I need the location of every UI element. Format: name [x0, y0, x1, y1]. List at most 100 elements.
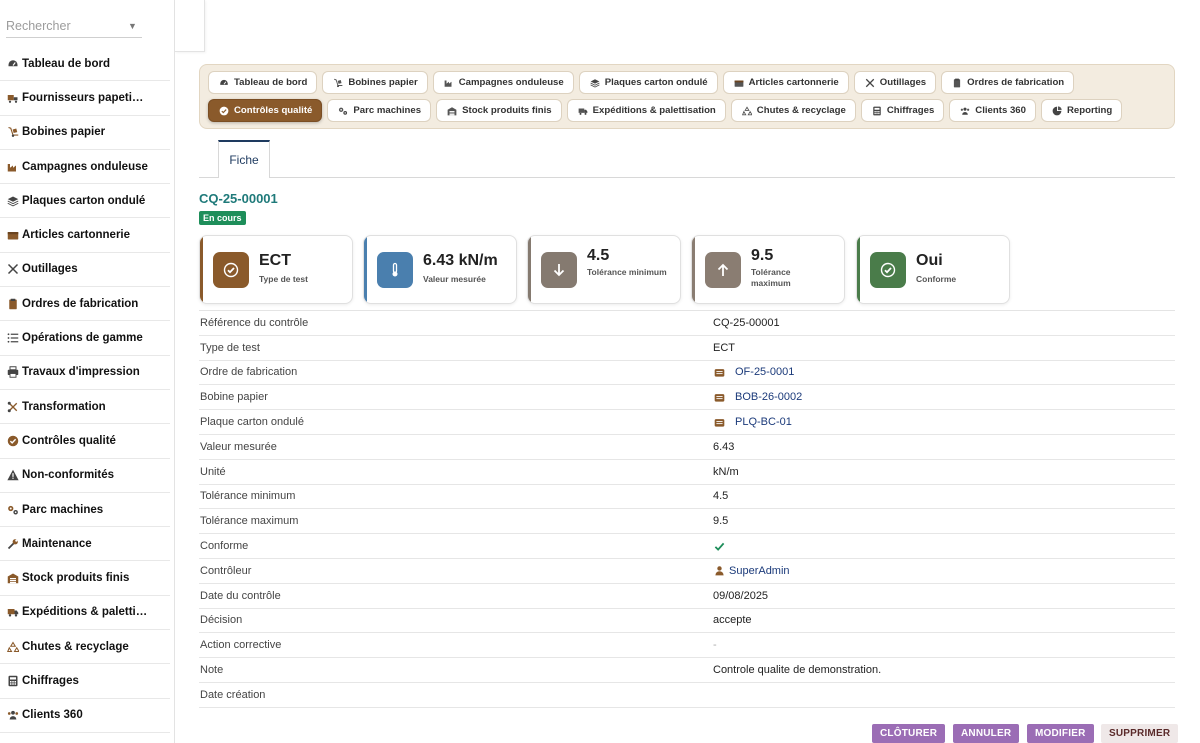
- row-value: 09/08/2025: [713, 589, 769, 602]
- tab-fiche[interactable]: Fiche: [218, 140, 270, 178]
- row-value: 4.5: [713, 490, 729, 503]
- nav-pill[interactable]: Stock produits finis: [436, 99, 562, 122]
- sidebar-item[interactable]: Plaques carton ondulé: [0, 184, 170, 219]
- table-row: Bobine papier BOB-26-0002: [199, 385, 1175, 411]
- sidebar-item-label: Stock produits finis: [22, 572, 130, 585]
- sidebar-item-label: Outillages: [22, 263, 78, 276]
- detail-table: Référence du contrôle CQ-25-00001 Type de …: [199, 310, 1175, 708]
- sidebar-item[interactable]: Opérations de gamme: [0, 321, 170, 356]
- record-link-icon: [713, 416, 725, 428]
- row-value: kN/m: [713, 465, 739, 478]
- box-icon: [6, 228, 20, 242]
- sidebar-item[interactable]: Transformation: [0, 390, 170, 425]
- box-icon: [733, 77, 745, 89]
- cancel-button[interactable]: ANNULER: [953, 724, 1020, 743]
- table-row: Unité kN/m: [199, 460, 1175, 485]
- nav-pill[interactable]: Clients 360: [949, 99, 1036, 122]
- record-link[interactable]: OF-25-0001: [735, 366, 794, 378]
- sidebar-item-label: Clients 360: [22, 709, 83, 722]
- table-row: Conforme: [199, 534, 1175, 559]
- nav-pill-label: Expéditions & palettisation: [592, 105, 716, 116]
- nav-pill[interactable]: Tableau de bord: [208, 71, 318, 94]
- record-title: CQ-25-00001: [199, 191, 278, 206]
- row-value: CQ-25-00001: [713, 316, 780, 329]
- list-icon: [6, 331, 20, 345]
- nav-pill-label: Contrôles qualité: [234, 105, 313, 116]
- search-box[interactable]: ▼: [6, 14, 142, 38]
- warning-icon: [6, 468, 20, 482]
- check-circle-icon: [870, 252, 906, 288]
- delete-button[interactable]: SUPPRIMER: [1101, 724, 1179, 743]
- card-accent-bar: [200, 236, 203, 303]
- sidebar-item[interactable]: Non-conformités: [0, 459, 170, 493]
- nav-pill[interactable]: Ordres de fabrication: [941, 71, 1075, 94]
- card-label: Valeur mesurée: [423, 274, 486, 284]
- nav-pill[interactable]: Expéditions & palettisation: [566, 99, 726, 122]
- nav-pill[interactable]: Outillages: [853, 71, 937, 94]
- sidebar-item[interactable]: Travaux d'impression: [0, 356, 170, 390]
- nav-pill[interactable]: Parc machines: [327, 99, 432, 122]
- sidebar-item[interactable]: Maintenance: [0, 527, 170, 562]
- table-row: Date création: [199, 683, 1175, 708]
- sidebar-item[interactable]: Campagnes onduleuse: [0, 150, 170, 185]
- nav-pill[interactable]: Chiffrages: [860, 99, 945, 122]
- edit-button[interactable]: MODIFIER: [1027, 724, 1094, 743]
- record-link[interactable]: PLQ-BC-01: [735, 416, 792, 428]
- sidebar: ▼ Tableau de bord Fournisseurs papeti… Bob…: [0, 0, 175, 743]
- nav-pill[interactable]: Reporting: [1040, 99, 1123, 122]
- dolly-icon: [332, 77, 344, 89]
- sidebar-item[interactable]: Clients 360: [0, 699, 170, 733]
- kpi-card: 9.5 Tolérance maximum: [691, 235, 845, 304]
- nav-pill[interactable]: Chutes & recyclage: [730, 99, 856, 122]
- row-label: Note: [200, 664, 224, 677]
- layers-icon: [589, 77, 601, 89]
- table-row: Plaque carton ondulé PLQ-BC-01: [199, 410, 1175, 435]
- table-row: Décision accepte: [199, 609, 1175, 634]
- user-link[interactable]: SuperAdmin: [729, 565, 790, 577]
- sidebar-item[interactable]: Contrôles qualité: [0, 424, 170, 459]
- card-accent-bar: [692, 236, 695, 303]
- search-input[interactable]: [6, 18, 124, 33]
- nav-pill-label: Parc machines: [353, 105, 422, 116]
- nav-pill[interactable]: Campagnes onduleuse: [432, 71, 574, 94]
- sidebar-item[interactable]: Chutes & recyclage: [0, 630, 170, 665]
- sidebar-item[interactable]: Tableau de bord: [0, 47, 170, 82]
- nav-pill[interactable]: Contrôles qualité: [208, 99, 323, 122]
- record-link[interactable]: BOB-26-0002: [735, 391, 802, 403]
- nav-pill[interactable]: Articles cartonnerie: [722, 71, 849, 94]
- sidebar-item[interactable]: Fournisseurs papeti…: [0, 81, 170, 116]
- nav-pill[interactable]: Bobines papier: [322, 71, 428, 94]
- check-icon: [713, 540, 725, 552]
- row-value: ECT: [713, 341, 735, 354]
- user-icon: [713, 565, 725, 577]
- nav-pill-label: Plaques carton ondulé: [604, 77, 708, 88]
- sidebar-item[interactable]: Articles cartonnerie: [0, 218, 170, 253]
- chevron-down-icon[interactable]: ▼: [128, 21, 137, 31]
- row-label: Référence du contrôle: [200, 316, 309, 329]
- nav-pill[interactable]: Plaques carton ondulé: [578, 71, 718, 94]
- sidebar-item[interactable]: Stock produits finis: [0, 561, 170, 596]
- sidebar-item[interactable]: Parc machines: [0, 493, 170, 528]
- sidebar-item-label: Expéditions & paletti…: [22, 606, 148, 619]
- close-button[interactable]: CLÔTURER: [872, 724, 946, 743]
- tools-icon: [864, 77, 876, 89]
- sidebar-item[interactable]: Outillages: [0, 253, 170, 288]
- cogs-icon: [6, 503, 20, 517]
- sidebar-item[interactable]: Bobines papier: [0, 116, 170, 150]
- module-nav: Tableau de bord Bobines papier Campagnes o…: [199, 64, 1175, 129]
- table-row: Action corrective -: [199, 633, 1175, 659]
- sidebar-item[interactable]: Expéditions & paletti…: [0, 596, 170, 631]
- sidebar-item-label: Bobines papier: [22, 126, 106, 139]
- layers-icon: [6, 194, 20, 208]
- table-row: Ordre de fabrication OF-25-0001: [199, 361, 1175, 386]
- recycle-icon: [741, 105, 753, 117]
- dolly-icon: [6, 125, 20, 139]
- row-label: Valeur mesurée: [200, 440, 277, 453]
- sidebar-item[interactable]: Chiffrages: [0, 664, 170, 699]
- nav-pill-label: Tableau de bord: [234, 77, 308, 88]
- row-value: Controle qualite de demonstration.: [713, 664, 882, 677]
- sidebar-item[interactable]: Ordres de fabrication: [0, 287, 170, 322]
- card-value: 6.43 kN/m: [423, 252, 498, 269]
- sidebar-item-label: Plaques carton ondulé: [22, 194, 146, 207]
- kpi-card: 6.43 kN/m Valeur mesurée: [363, 235, 517, 304]
